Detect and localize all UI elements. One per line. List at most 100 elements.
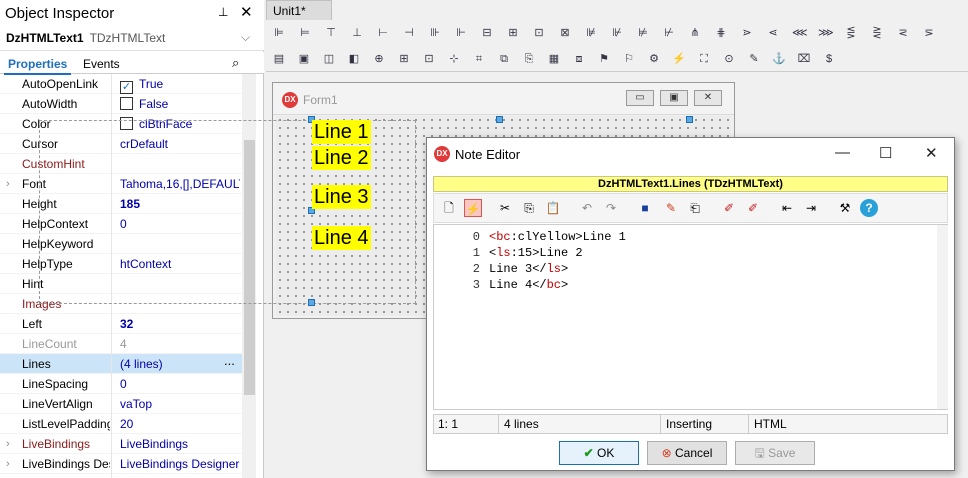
property-row[interactable]: › LiveBindings Designer LiveBindings Desig…	[0, 454, 242, 474]
designer-tool-icon[interactable]: ⚑	[597, 52, 611, 66]
align-tool-icon[interactable]: ⋔	[688, 26, 702, 40]
property-value[interactable]: 4	[120, 334, 240, 354]
designer-tool-icon[interactable]: ⊹	[447, 52, 461, 66]
copy-icon[interactable]: ⎘	[520, 199, 538, 217]
copy-format-icon[interactable]: ⎗	[686, 199, 704, 217]
chevron-down-icon[interactable]: ⌵	[241, 30, 250, 45]
property-value[interactable]: 32	[120, 314, 240, 334]
designer-tool-icon[interactable]: ▣	[297, 52, 311, 66]
designer-tool-icon[interactable]: ⊡	[422, 52, 436, 66]
checkbox-icon[interactable]	[120, 97, 133, 110]
ellipsis-button[interactable]: ...	[224, 351, 235, 371]
align-tool-icon[interactable]: ⋖	[766, 26, 780, 40]
minimize-icon[interactable]: —	[835, 144, 850, 161]
close-icon[interactable]: ✕	[925, 144, 938, 162]
designer-tool-icon[interactable]: ⚡	[672, 52, 686, 66]
search-icon[interactable]: ⌕	[232, 55, 239, 71]
property-value[interactable]: ✓ True	[120, 74, 240, 94]
align-tool-icon[interactable]: ⋕	[714, 26, 728, 40]
align-tool-icon[interactable]: ⊠	[558, 26, 572, 40]
designer-tool-icon[interactable]: ⊞	[397, 52, 411, 66]
tab-properties[interactable]: Properties	[4, 55, 72, 75]
property-value[interactable]: False	[120, 94, 240, 114]
align-tool-icon[interactable]: ⋝	[922, 26, 936, 40]
designer-tool-icon[interactable]: ✎	[747, 52, 761, 66]
designer-tool-icon[interactable]: ▦	[547, 52, 561, 66]
property-value[interactable]: 20	[120, 414, 240, 434]
align-tool-icon[interactable]: ⊯	[584, 26, 598, 40]
redo-icon[interactable]: ↷	[602, 199, 620, 217]
pin-icon[interactable]: ⊥	[218, 5, 228, 19]
align-tool-icon[interactable]: ⋚	[844, 26, 858, 40]
property-row[interactable]: LineSpacing 0	[0, 374, 242, 394]
align-tool-icon[interactable]: ⊣	[402, 26, 416, 40]
designer-tool-icon[interactable]: ⌗	[472, 52, 486, 66]
property-value[interactable]: LiveBindings Designer	[120, 454, 240, 474]
ok-button[interactable]: ✔ OK	[559, 441, 639, 465]
designer-tool-icon[interactable]: ◫	[322, 52, 336, 66]
marker-icon[interactable]: ✐	[720, 199, 738, 217]
property-row[interactable]: Lines (4 lines)...	[0, 351, 242, 374]
designer-tool-icon[interactable]: ⚓	[772, 52, 786, 66]
help-icon[interactable]: ?	[860, 199, 878, 217]
expand-chevron-icon[interactable]: ›	[6, 454, 10, 474]
new-icon[interactable]: 🗋	[440, 199, 458, 217]
selection-handle[interactable]	[496, 116, 503, 123]
expand-chevron-icon[interactable]: ›	[6, 434, 10, 454]
designer-tool-icon[interactable]: ⚐	[622, 52, 636, 66]
indent-left-icon[interactable]: ⇤	[778, 199, 796, 217]
align-tool-icon[interactable]: ⋗	[740, 26, 754, 40]
align-tool-icon[interactable]: ⊫	[272, 26, 286, 40]
align-tool-icon[interactable]: ⊨	[298, 26, 312, 40]
indent-right-icon[interactable]: ⇥	[802, 199, 820, 217]
close-icon[interactable]: ✕	[240, 3, 253, 21]
cancel-button[interactable]: ⊗ Cancel	[647, 441, 727, 465]
minimize-icon[interactable]: ▭	[626, 90, 654, 106]
marker-clear-icon[interactable]: ✐	[744, 199, 762, 217]
designer-tool-icon[interactable]: ▤	[272, 52, 286, 66]
designer-tool-icon[interactable]: $	[822, 52, 836, 66]
align-tool-icon[interactable]: ⊬	[662, 26, 676, 40]
designer-tool-icon[interactable]: ⚙	[647, 52, 661, 66]
align-tool-icon[interactable]: ⋙	[818, 26, 834, 40]
property-row[interactable]: AutoOpenLink ✓ True	[0, 74, 242, 94]
selection-handle[interactable]	[686, 116, 693, 123]
designer-tool-icon[interactable]: ⌧	[797, 52, 811, 66]
expand-chevron-icon[interactable]: ›	[6, 174, 10, 194]
designer-tool-icon[interactable]: ⧈	[572, 52, 586, 66]
component-selector[interactable]: DzHTMLText1 TDzHTMLText ⌵	[0, 26, 264, 51]
designer-tool-icon[interactable]: ⛶	[697, 52, 711, 66]
property-row[interactable]: Left 32	[0, 314, 242, 334]
property-value[interactable]: (4 lines)	[120, 354, 240, 374]
align-tool-icon[interactable]: ⊩	[454, 26, 468, 40]
tab-unit1[interactable]: Unit1*	[266, 0, 332, 20]
align-tool-icon[interactable]: ⊭	[636, 26, 650, 40]
property-value[interactable]: vaTop	[120, 394, 240, 414]
property-row[interactable]: LineCount 4	[0, 334, 242, 354]
tab-events[interactable]: Events	[79, 55, 124, 73]
color-icon[interactable]: ✎	[662, 199, 680, 217]
designer-tool-icon[interactable]: ⎘	[522, 52, 536, 66]
lightning-icon[interactable]: ⚡	[464, 199, 482, 217]
property-row[interactable]: ListLevelPadding 20	[0, 414, 242, 434]
code-editor[interactable]: 0 <bc:clYellow>Line 1 1 <ls:15>Line 2 2 Line …	[433, 224, 948, 410]
save-button[interactable]: 🖫 Save	[735, 441, 815, 465]
checkbox-checked-icon[interactable]: ✓	[120, 81, 133, 94]
align-tool-icon[interactable]: ⋜	[896, 26, 910, 40]
align-tool-icon[interactable]: ⊡	[532, 26, 546, 40]
align-tool-icon[interactable]: ⊟	[480, 26, 494, 40]
designer-tool-icon[interactable]: ◧	[347, 52, 361, 66]
property-value[interactable]: 0	[120, 374, 240, 394]
maximize-icon[interactable]: ▣	[660, 90, 688, 106]
align-tool-icon[interactable]: ⊮	[610, 26, 624, 40]
align-tool-icon[interactable]: ⋛	[870, 26, 884, 40]
paste-icon[interactable]: 📋	[544, 199, 562, 217]
select-all-icon[interactable]: ■	[636, 199, 654, 217]
property-row[interactable]: AutoWidth False	[0, 94, 242, 114]
property-row[interactable]: › LiveBindings LiveBindings	[0, 434, 242, 454]
maximize-icon[interactable]: ☐	[879, 144, 892, 162]
cut-icon[interactable]: ✂	[496, 199, 514, 217]
property-row[interactable]: LineVertAlign vaTop	[0, 394, 242, 414]
align-tool-icon[interactable]: ⊥	[350, 26, 364, 40]
selection-handle[interactable]	[308, 299, 315, 306]
